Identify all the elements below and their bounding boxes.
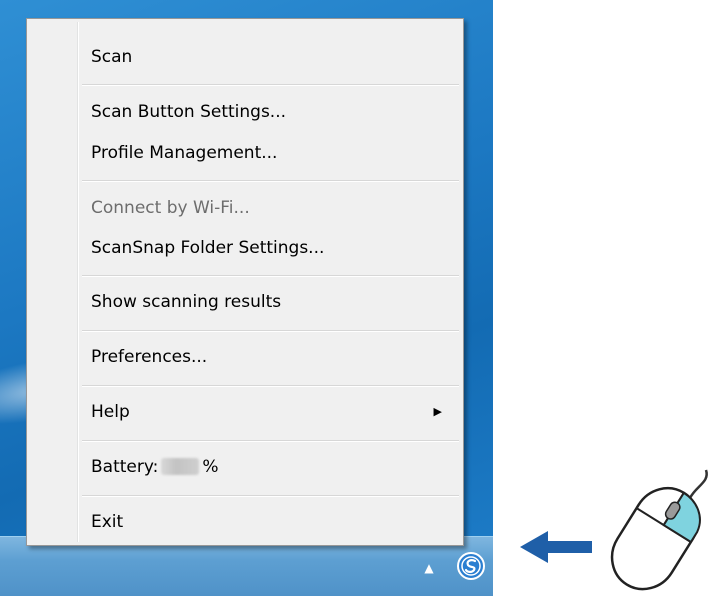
menu-separator (82, 275, 459, 277)
menu-item-battery: Battery:% (30, 452, 460, 482)
menu-item-label: Show scanning results (91, 292, 282, 312)
menu-item-label: Exit (91, 512, 124, 532)
menu-item-show-scanning-results[interactable]: Show scanning results (30, 287, 460, 317)
scansnap-manager-icon[interactable] (456, 551, 486, 581)
menu-item-preferences[interactable]: Preferences... (30, 342, 460, 372)
menu-separator (82, 495, 459, 497)
menu-item-scansnap-folder-settings[interactable]: ScanSnap Folder Settings... (30, 233, 460, 263)
menu-item-label: Scan (91, 47, 133, 67)
menu-item-connect-by-wifi: Connect by Wi-Fi... (30, 193, 460, 223)
battery-value-obscured (161, 458, 200, 475)
menu-item-exit[interactable]: Exit (30, 507, 460, 537)
menu-item-scan[interactable]: Scan (30, 42, 460, 72)
scansnap-context-menu: Scan Scan Button Settings... Profile Man… (26, 18, 464, 546)
left-arrow-icon (520, 527, 594, 567)
menu-separator (82, 385, 459, 387)
menu-item-label: Scan Button Settings... (91, 102, 287, 122)
battery-percent-sign: % (202, 457, 219, 477)
menu-item-help[interactable]: Help ▶ (30, 397, 460, 427)
show-hidden-icons-arrow-icon[interactable]: ▲ (418, 557, 440, 579)
battery-label: Battery: (91, 457, 159, 477)
menu-separator (82, 330, 459, 332)
submenu-arrow-icon: ▶ (433, 405, 442, 418)
menu-item-label: Connect by Wi-Fi... (91, 198, 250, 218)
menu-separator (82, 440, 459, 442)
menu-separator (82, 84, 459, 86)
menu-item-label: Preferences... (91, 347, 208, 367)
menu-item-label: Help (91, 402, 130, 422)
menu-separator (82, 180, 459, 182)
menu-item-scan-button-settings[interactable]: Scan Button Settings... (30, 97, 460, 127)
mouse-right-click-icon (598, 468, 711, 596)
menu-item-label: ScanSnap Folder Settings... (91, 238, 325, 258)
menu-item-label: Profile Management... (91, 143, 278, 163)
menu-item-profile-management[interactable]: Profile Management... (30, 138, 460, 168)
